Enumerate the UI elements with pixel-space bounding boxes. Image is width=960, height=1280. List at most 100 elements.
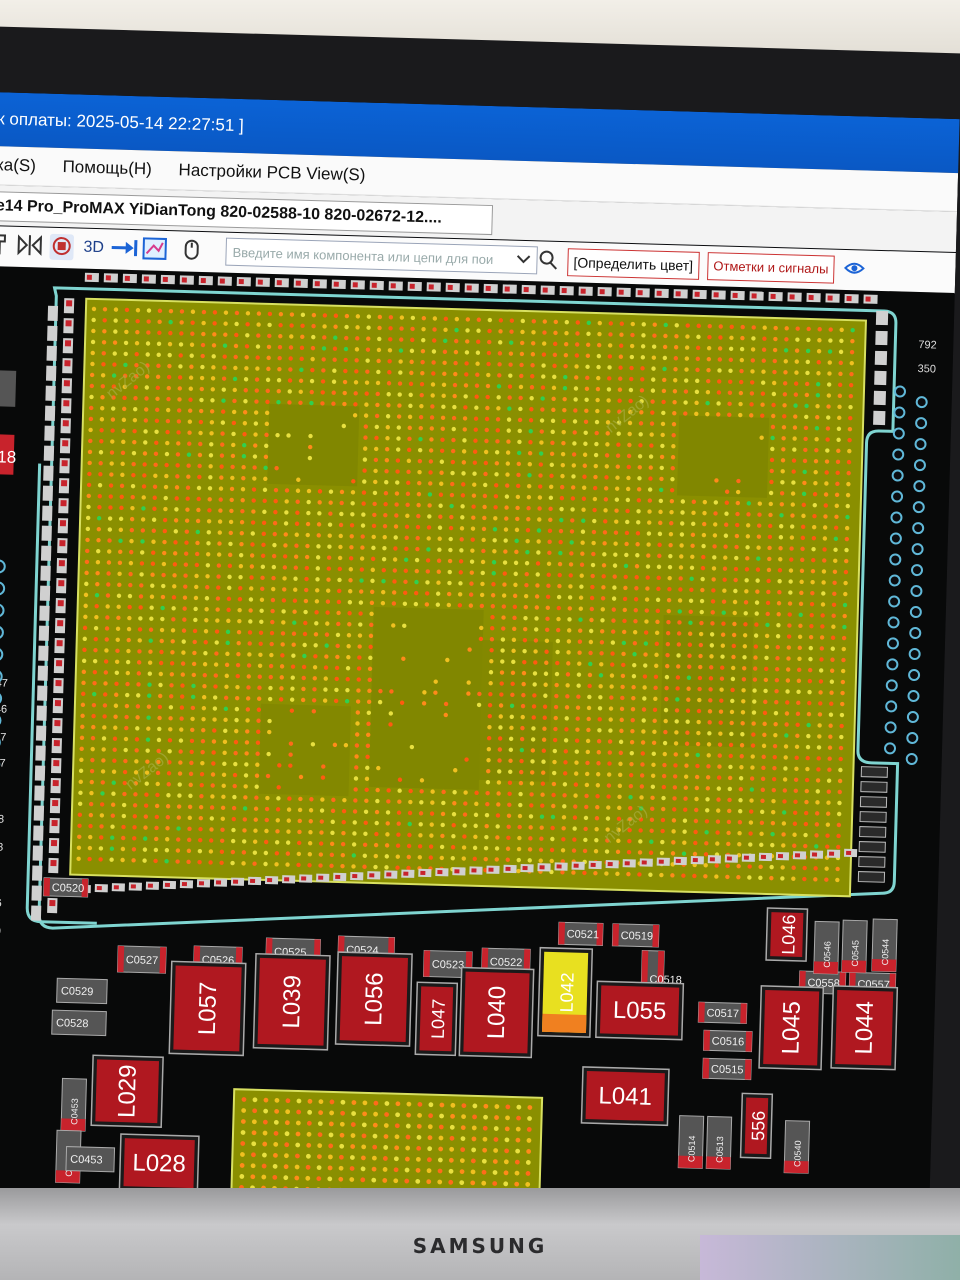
- edge-pad: [66, 300, 73, 307]
- menu-item-0[interactable]: ка(S): [0, 155, 36, 175]
- edge-pad: [59, 520, 67, 527]
- marks-signals-button[interactable]: Отметки и сигналы: [707, 252, 835, 284]
- via: [884, 742, 897, 755]
- via: [0, 603, 5, 618]
- edge-pad: [147, 883, 153, 888]
- edge-pad: [777, 854, 784, 859]
- edge-pad: [50, 839, 58, 847]
- via: [907, 690, 920, 703]
- edge-pad: [55, 660, 63, 667]
- define-color-button[interactable]: [Определить цвет]: [567, 248, 700, 280]
- edge-pad: [403, 871, 409, 876]
- edge-pad: [130, 884, 136, 889]
- capacitor-label: C0516: [712, 1036, 745, 1049]
- via: [911, 564, 924, 577]
- edge-pad: [37, 665, 48, 681]
- edge-pad: [873, 410, 886, 426]
- edge-pad: [504, 286, 510, 292]
- edge-pad: [827, 295, 833, 301]
- via: [913, 480, 926, 493]
- menu-item-pcb-view-settings[interactable]: Настройки PCB View(S): [178, 160, 365, 184]
- edge-pad: [162, 276, 168, 283]
- edge-pad: [420, 870, 426, 875]
- edge-pad: [257, 279, 263, 285]
- edge-pad: [860, 781, 888, 793]
- menu-item-help[interactable]: Помощь(H): [62, 157, 152, 178]
- eye-icon[interactable]: [843, 256, 866, 283]
- edge-pad: [45, 365, 57, 381]
- edge-pad: [34, 785, 45, 801]
- via: [888, 574, 901, 587]
- edge-pad: [33, 825, 44, 841]
- via: [888, 595, 901, 608]
- edge-pad: [561, 288, 567, 294]
- capacitor-pad: [159, 947, 167, 974]
- edge-pad: [873, 390, 886, 406]
- component-818-body[interactable]: [0, 370, 17, 407]
- edge-pad: [200, 277, 206, 284]
- edge-pad: [713, 292, 719, 298]
- edge-pad: [53, 760, 60, 767]
- edge-pad: [505, 866, 511, 871]
- edge-pad: [37, 685, 48, 701]
- edge-pad: [238, 279, 244, 285]
- inductor-label: L041: [598, 1082, 652, 1110]
- edge-pad: [390, 283, 396, 289]
- via: [893, 406, 906, 419]
- capacitor-label: C0521: [567, 928, 600, 941]
- via: [890, 511, 903, 524]
- edge-pad: [694, 291, 700, 297]
- edge-pad: [39, 605, 50, 621]
- edge-pad: [164, 882, 170, 887]
- via: [892, 448, 905, 461]
- highlight-net-icon[interactable]: [141, 236, 168, 263]
- edge-pad: [599, 289, 605, 295]
- capacitor-pad: [43, 877, 51, 896]
- view-3d-button[interactable]: 3D: [79, 235, 108, 262]
- edge-pad: [42, 485, 54, 501]
- edge-pad: [63, 400, 70, 407]
- edge-pad: [485, 285, 491, 292]
- edge-pad: [53, 740, 60, 747]
- edge-pad: [624, 861, 630, 866]
- mirror-icon[interactable]: [15, 233, 44, 260]
- edge-pad: [42, 505, 53, 521]
- right-vias: [884, 385, 928, 765]
- edge-pad: [36, 705, 47, 721]
- capacitor-pad: [745, 1031, 753, 1052]
- inductor-label: L047: [428, 999, 449, 1040]
- capacitor-pad: [703, 1030, 711, 1051]
- edge-pad: [250, 878, 256, 883]
- edge-pad: [874, 370, 887, 386]
- dropdown-chevron-icon[interactable]: [513, 247, 534, 274]
- edge-pad: [865, 296, 871, 302]
- edge-pad: [726, 856, 732, 861]
- edge-pad: [808, 294, 814, 301]
- board-view-icon[interactable]: [49, 233, 75, 261]
- pin-tool-icon[interactable]: [0, 232, 10, 258]
- edge-pad: [539, 865, 545, 870]
- edge-pad: [607, 862, 613, 867]
- edge-pad: [47, 325, 58, 341]
- via: [913, 459, 926, 472]
- edge-pad: [64, 340, 72, 347]
- via: [0, 713, 2, 728]
- left-vias: [0, 559, 6, 772]
- via: [908, 648, 921, 661]
- via: [885, 700, 898, 713]
- capacitor-label: C0523: [432, 959, 465, 972]
- capacitor-label: C0522: [490, 956, 523, 969]
- edge-pad: [743, 855, 749, 860]
- inductor-pad: [541, 1013, 587, 1034]
- left-label: 388: [0, 813, 4, 826]
- search-icon[interactable]: [537, 247, 560, 274]
- pcb-canvas[interactable]: nvZao) nvZao) nvZao) nvZao) 347 346 347 347…: [0, 265, 955, 1239]
- edge-pad: [58, 560, 65, 567]
- net-arrow-icon[interactable]: [109, 235, 140, 262]
- component-search-input[interactable]: Введите имя компонента или цепи для пои: [225, 237, 538, 275]
- mouse-icon[interactable]: [181, 237, 202, 264]
- edge-pad: [789, 294, 795, 300]
- left-label: 347: [0, 757, 6, 770]
- edge-pad: [295, 280, 301, 286]
- edge-pad: [352, 874, 358, 879]
